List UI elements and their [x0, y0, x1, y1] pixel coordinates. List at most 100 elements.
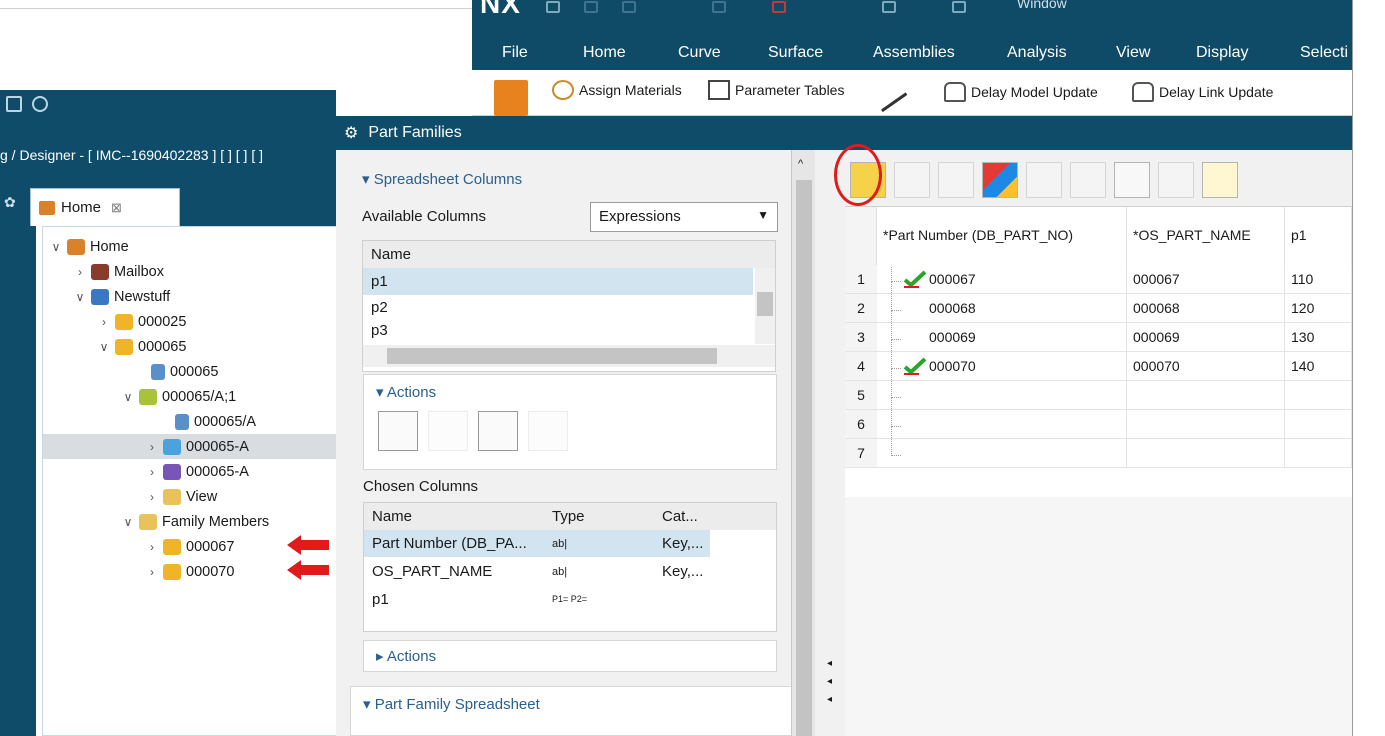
tree-node-home[interactable]: ∨ Home: [43, 234, 343, 259]
save-spreadsheet-icon[interactable]: [1114, 162, 1150, 198]
menu-selection[interactable]: Selecti: [1300, 44, 1348, 62]
quick-access-icon[interactable]: [546, 1, 560, 13]
assign-materials-button[interactable]: Assign Materials: [552, 80, 682, 100]
chevron-left-icon[interactable]: ◂: [827, 658, 832, 669]
undo-icon[interactable]: [584, 1, 598, 13]
scroll-thumb[interactable]: [757, 292, 773, 316]
menu-curve[interactable]: Curve: [678, 44, 721, 62]
scroll-thumb[interactable]: [796, 180, 812, 736]
color-icon[interactable]: [772, 1, 786, 13]
expand-icon[interactable]: ›: [145, 440, 159, 454]
cell-p1[interactable]: 120: [1285, 294, 1352, 323]
expand-icon[interactable]: ∨: [49, 240, 63, 254]
chevron-left-icon[interactable]: ◂: [827, 694, 832, 705]
checkmark-icon[interactable]: [1202, 162, 1238, 198]
dialog-scrollbar[interactable]: ^: [791, 150, 815, 736]
wrench-icon[interactable]: [1070, 162, 1106, 198]
delay-model-update-button[interactable]: Delay Model Update: [944, 82, 1098, 102]
move-component-icon[interactable]: [494, 80, 528, 116]
cell-empty[interactable]: [877, 381, 1127, 410]
cell-p1[interactable]: 130: [1285, 323, 1352, 352]
add-column-disabled-button[interactable]: [428, 411, 468, 451]
verify-icon[interactable]: [938, 162, 974, 198]
cell-empty[interactable]: [877, 439, 1127, 468]
sketch-icon[interactable]: [882, 1, 896, 13]
parameter-tables-button[interactable]: Parameter Tables: [708, 80, 844, 100]
table-row[interactable]: Part Number (DB_PA... ab| Key,...: [364, 530, 710, 557]
cell-part-number[interactable]: 000068: [877, 294, 1127, 323]
expand-icon[interactable]: ›: [97, 315, 111, 329]
tree-node-view[interactable]: › View: [43, 484, 343, 509]
actions-collapsed-header[interactable]: ▸ Actions: [376, 647, 436, 665]
col-header-p1[interactable]: p1: [1285, 207, 1352, 265]
available-columns-dropdown[interactable]: Expressions ▼: [590, 202, 778, 232]
tree-node-000065-a-dataset-2[interactable]: › 000065-A: [43, 459, 343, 484]
spreadsheet-columns-header[interactable]: ▾ Spreadsheet Columns: [362, 170, 522, 188]
col-header-os-part-name[interactable]: *OS_PART_NAME: [1127, 207, 1285, 265]
search-icon[interactable]: [6, 96, 22, 112]
horizontal-scrollbar[interactable]: [363, 345, 775, 367]
tree-node-000065-form[interactable]: 000065: [43, 359, 343, 384]
create-parts-icon[interactable]: [982, 162, 1018, 198]
cell-empty[interactable]: [1127, 439, 1285, 468]
expand-icon[interactable]: ∨: [121, 515, 135, 529]
cell-os-part-name[interactable]: 000067: [1127, 265, 1285, 294]
cell-os-part-name[interactable]: 000069: [1127, 323, 1285, 352]
add-column-button[interactable]: [378, 411, 418, 451]
tab-home[interactable]: Home ⊠: [30, 188, 180, 226]
menu-analysis[interactable]: Analysis: [1007, 44, 1067, 62]
expand-icon[interactable]: ∨: [121, 390, 135, 404]
cell-empty[interactable]: [1127, 381, 1285, 410]
expand-icon[interactable]: ›: [145, 465, 159, 479]
expand-icon[interactable]: ›: [145, 565, 159, 579]
remove-column-button[interactable]: [528, 411, 568, 451]
expand-icon[interactable]: ›: [145, 490, 159, 504]
cell-p1[interactable]: 140: [1285, 352, 1352, 381]
expand-icon[interactable]: ∨: [97, 340, 111, 354]
menu-display[interactable]: Display: [1196, 44, 1248, 62]
cell-empty[interactable]: [877, 410, 1127, 439]
chevron-up-icon[interactable]: ^: [798, 158, 803, 170]
scroll-thumb[interactable]: [387, 348, 717, 364]
address-area[interactable]: [0, 8, 472, 90]
gear-icon[interactable]: ✿: [4, 194, 16, 211]
window-menu[interactable]: Window: [1017, 0, 1067, 11]
col-header-part-number[interactable]: *Part Number (DB_PART_NO): [877, 207, 1127, 265]
table-row[interactable]: p1 P1= P2=: [364, 586, 710, 613]
cell-empty[interactable]: [1285, 381, 1352, 410]
expand-icon[interactable]: ∨: [73, 290, 87, 304]
edit-part-icon[interactable]: [894, 162, 930, 198]
menu-file[interactable]: File: [502, 44, 528, 62]
cell-empty[interactable]: [1285, 410, 1352, 439]
cell-empty[interactable]: [1285, 439, 1352, 468]
table-row[interactable]: OS_PART_NAME ab| Key,...: [364, 558, 710, 585]
actions-header[interactable]: ▾ Actions: [376, 383, 436, 401]
menu-home[interactable]: Home: [583, 44, 626, 62]
chevron-left-icon[interactable]: ◂: [827, 676, 832, 687]
part-family-spreadsheet-header[interactable]: ▾ Part Family Spreadsheet: [363, 695, 540, 713]
tree-node-000065-a-dataset[interactable]: › 000065-A: [43, 434, 343, 459]
layout-icon[interactable]: [712, 1, 726, 13]
menu-view[interactable]: View: [1116, 44, 1150, 62]
cell-p1[interactable]: 110: [1285, 265, 1352, 294]
dialog-title-bar[interactable]: ⚙ Part Families: [336, 116, 1352, 150]
tree-node-mailbox[interactable]: › Mailbox: [43, 259, 343, 284]
tree-node-000065-a-form[interactable]: 000065/A: [43, 409, 343, 434]
menu-assemblies[interactable]: Assemblies: [873, 44, 955, 62]
splitter[interactable]: ◂ ◂ ◂: [815, 150, 845, 736]
vertical-scrollbar[interactable]: [755, 268, 775, 344]
tree-node-000065[interactable]: ∨ 000065: [43, 334, 343, 359]
cell-part-number[interactable]: 000069: [877, 323, 1127, 352]
window-icon[interactable]: [952, 1, 966, 13]
tree-node-000025[interactable]: › 000025: [43, 309, 343, 334]
delay-link-update-button[interactable]: Delay Link Update: [1132, 82, 1273, 102]
list-item[interactable]: p2: [363, 294, 753, 321]
list-item[interactable]: p3: [363, 320, 753, 340]
back-icon[interactable]: [1158, 162, 1194, 198]
expand-icon[interactable]: ›: [145, 540, 159, 554]
edit-column-button[interactable]: [478, 411, 518, 451]
cell-empty[interactable]: [1127, 410, 1285, 439]
redo-icon[interactable]: [622, 1, 636, 13]
list-item[interactable]: p1: [363, 268, 753, 295]
add-icon[interactable]: [1026, 162, 1062, 198]
